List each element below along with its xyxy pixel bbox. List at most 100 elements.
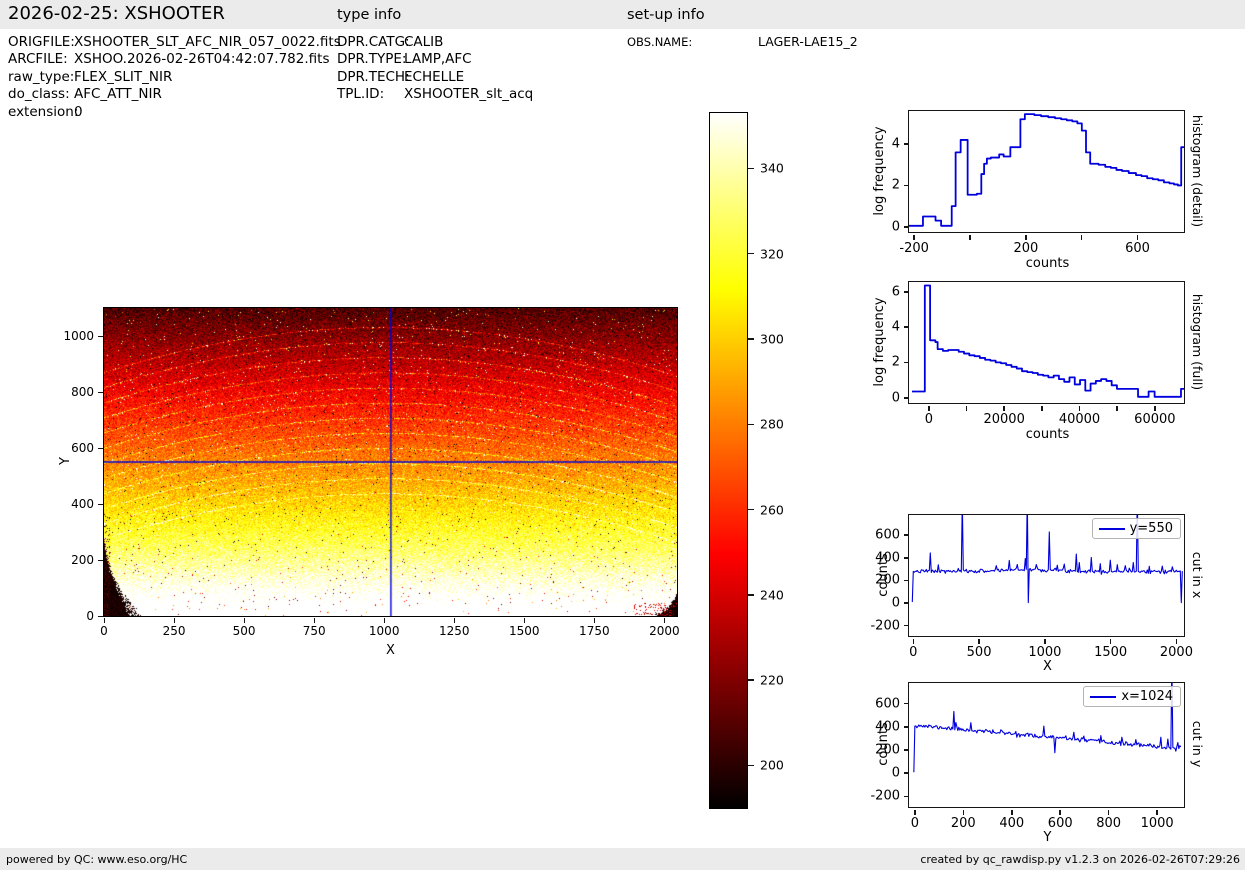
y-tick-label: 200 <box>875 742 900 758</box>
x-tick-mark <box>103 617 105 623</box>
legend-line-sample <box>1098 527 1125 530</box>
rawtype-value: FLEX_SLIT_NIR <box>74 68 173 85</box>
y-tick-mark <box>903 624 909 627</box>
y-tick-label: 400 <box>71 497 94 511</box>
colorbar-tick-label: 340 <box>760 160 784 176</box>
legend-y550-label: y=550 <box>1129 521 1173 536</box>
tplid-value: XSHOOTER_slt_acq <box>404 86 534 103</box>
x-tick-mark <box>593 617 595 623</box>
x-tick-label: 2000 <box>649 624 680 638</box>
y-tick-mark <box>903 184 909 187</box>
dprcatg-value: CALIB <box>404 34 444 50</box>
arcfile-value: XSHOO.2026-02-26T04:42:07.782.fits <box>74 51 330 68</box>
meta-row-dprcatg: DPR.CATG:CALIB <box>337 34 533 51</box>
legend-line-sample <box>1090 695 1117 698</box>
dprcatg-label: DPR.CATG: <box>337 34 410 50</box>
x-tick-mark <box>1175 638 1178 644</box>
colorbar-tick-mark <box>748 508 754 511</box>
histogram-full-canvas <box>909 282 1184 403</box>
x-tick-mark <box>1107 809 1110 815</box>
footer-right-text: created by qc_rawdisp.py v1.2.3 on 2026-… <box>920 853 1240 866</box>
x-tick-mark <box>969 234 971 240</box>
x-tick-label: 0 <box>909 645 918 660</box>
y-tick-label: 0 <box>86 609 94 623</box>
histogram-full-plot <box>908 281 1185 404</box>
colorbar-tick-mark <box>748 167 754 170</box>
y-tick-mark <box>903 602 909 604</box>
y-tick-label: 4 <box>891 136 900 152</box>
y-tick-label: 6 <box>891 284 900 300</box>
type-info-heading: type info <box>337 7 402 23</box>
meta-row-arcfile: ARCFILE: XSHOO.2026-02-26T04:42:07.782.fi… <box>8 51 341 68</box>
y-tick-mark <box>97 447 103 449</box>
colorbar-tick-mark <box>748 679 754 681</box>
main-xaxis-label: X <box>386 643 395 658</box>
x-tick-mark <box>1078 405 1081 411</box>
x-tick-label: 20000 <box>983 412 1025 427</box>
file-info-block: ORIGFILE:XSHOOTER_SLT_AFC_NIR_057_0022.f… <box>8 34 341 121</box>
x-tick-mark <box>1041 405 1043 411</box>
y-tick-mark <box>903 749 909 751</box>
y-tick-label: 600 <box>71 441 94 455</box>
x-tick-mark <box>1156 809 1158 815</box>
y-tick-label: -200 <box>870 618 900 634</box>
x-tick-mark <box>913 234 915 240</box>
x-tick-label: 600 <box>1047 816 1073 831</box>
x-tick-label: 1500 <box>1094 645 1128 660</box>
extension-label: extension: <box>8 103 79 120</box>
obsname-label: OBS.NAME: <box>627 35 693 49</box>
x-tick-label: 0 <box>924 412 933 427</box>
colorbar-tick-label: 320 <box>760 246 784 262</box>
x-tick-mark <box>978 638 980 644</box>
cut-in-x-xlabel: X <box>1043 659 1052 674</box>
x-tick-mark <box>1154 405 1156 411</box>
legend-x1024-label: x=1024 <box>1121 689 1173 704</box>
y-tick-mark <box>903 326 909 328</box>
colorbar-tick-label: 200 <box>760 757 784 773</box>
y-tick-label: 600 <box>875 696 900 712</box>
x-tick-mark <box>1136 234 1139 240</box>
colorbar-tick-label: 220 <box>760 672 784 688</box>
colorbar-tick-label: 260 <box>760 502 784 518</box>
y-tick-label: -200 <box>870 788 900 804</box>
x-tick-mark <box>1059 809 1061 815</box>
x-tick-mark <box>173 617 175 623</box>
extension-value: 0 <box>74 103 83 120</box>
y-tick-mark <box>97 391 103 393</box>
origfile-label: ORIGFILE: <box>8 34 75 50</box>
dprtype-label: DPR.TYPE: <box>337 51 407 68</box>
y-tick-mark <box>903 397 909 399</box>
footer-left-text: powered by QC: www.eso.org/HC <box>6 853 188 866</box>
y-tick-label: 400 <box>875 719 900 735</box>
x-tick-mark <box>1011 809 1013 815</box>
histogram-detail-plot <box>908 110 1185 233</box>
page-title: 2026-02-25: XSHOOTER <box>8 3 225 24</box>
arcfile-label: ARCFILE: <box>8 51 68 68</box>
y-tick-mark <box>903 795 909 798</box>
meta-row-tplid: TPL.ID: XSHOOTER_slt_acq <box>337 86 533 103</box>
dprtech-label: DPR.TECH: <box>337 68 410 85</box>
x-tick-label: 1000 <box>1140 816 1174 831</box>
tplid-label: TPL.ID: <box>337 86 385 103</box>
y-tick-mark <box>903 143 909 145</box>
legend-x1024: x=1024 <box>1083 686 1181 707</box>
x-tick-label: 400 <box>999 816 1025 831</box>
y-tick-label: 400 <box>875 550 900 566</box>
colorbar <box>709 112 748 809</box>
histogram-detail-xlabel: counts <box>1025 256 1070 271</box>
x-tick-label: 500 <box>966 645 992 660</box>
colorbar-canvas <box>710 113 747 808</box>
meta-row-dprtech: DPR.TECH:ECHELLE <box>337 69 533 86</box>
cut-in-y-xlabel: Y <box>1043 830 1052 845</box>
x-tick-mark <box>1109 638 1112 644</box>
y-tick-label: 0 <box>891 595 900 611</box>
main-image-plot <box>103 307 678 617</box>
y-tick-label: 0 <box>891 390 900 406</box>
y-tick-mark <box>903 291 909 293</box>
x-tick-label: 200 <box>1013 241 1039 256</box>
type-info-block: DPR.CATG:CALIB DPR.TYPE:LAMP,AFC DPR.TEC… <box>337 34 533 104</box>
x-tick-label: 800 <box>1096 816 1122 831</box>
x-tick-label: 750 <box>302 624 326 638</box>
footer-bar: powered by QC: www.eso.org/HC created by… <box>0 848 1245 870</box>
histogram-full-ylabel: log frequency <box>872 297 887 387</box>
